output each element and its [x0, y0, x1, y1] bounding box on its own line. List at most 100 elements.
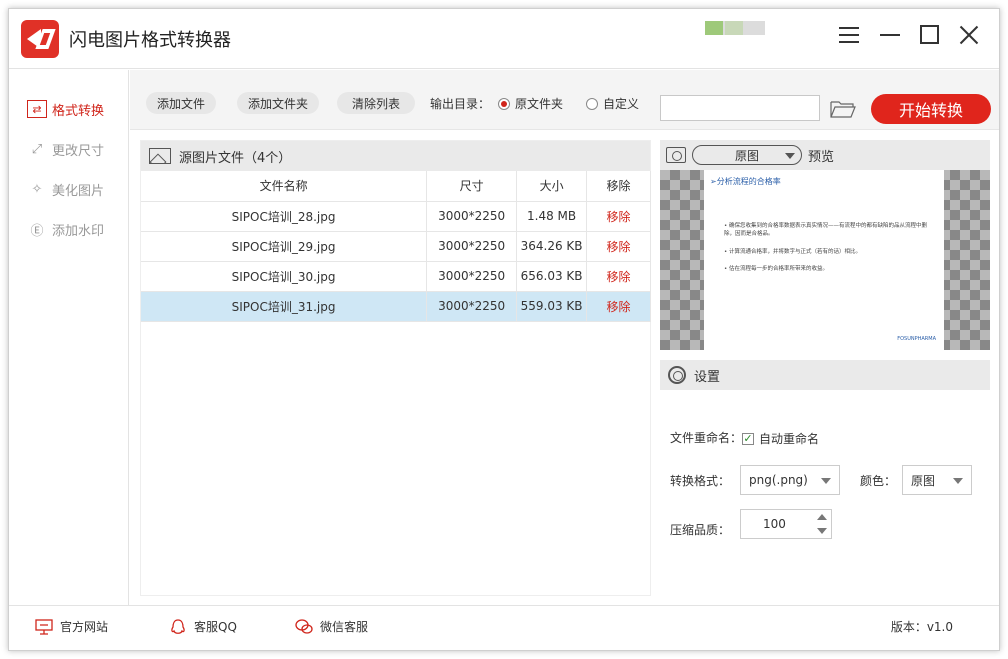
format-select[interactable]: png(.png): [740, 465, 840, 495]
checkmark-icon: ✓: [742, 431, 754, 445]
sidebar-item-resize[interactable]: ⤢ 更改尺寸: [27, 139, 104, 159]
remove-link[interactable]: 移除: [586, 201, 651, 232]
preview-image: ➢分析流程的合格率 • 确保您收集到的合格率数据表示真实情况——有流程中的都有缺…: [704, 170, 944, 350]
table-row[interactable]: SIPOC培训_30.jpg 3000*2250 656.03 KB 移除: [141, 261, 651, 292]
color-select[interactable]: 原图: [902, 465, 972, 495]
output-dir-label: 输出目录：: [430, 97, 491, 111]
official-website-link[interactable]: 官方网站: [35, 618, 108, 635]
auto-rename-checkbox[interactable]: ✓ 自动重命名: [742, 430, 819, 447]
quality-label: 压缩品质：: [670, 523, 731, 537]
table-header: 文件名称 尺寸 大小 移除: [141, 171, 651, 202]
slide-title: ➢分析流程的合格率: [710, 177, 781, 186]
file-list-panel: 源图片文件（4个） 文件名称 尺寸 大小 移除 SIPOC培训_28.jpg 3…: [140, 140, 651, 596]
slide-line: • 计算流通合格率，并将数字与正式（若有的话）相比。: [724, 249, 861, 255]
sidebar-item-watermark[interactable]: Ⓔ 添加水印: [27, 219, 104, 239]
file-size: 1.48 MB: [516, 201, 588, 232]
col-bytes-header: 大小: [516, 171, 588, 202]
radio-label: 自定义: [603, 97, 640, 111]
qq-icon: [171, 618, 185, 634]
sidebar-item-beautify[interactable]: ✧ 美化图片: [27, 179, 104, 199]
col-remove-header: 移除: [586, 171, 651, 202]
sidebar: ⇄ 格式转换 ⤢ 更改尺寸 ✧ 美化图片 Ⓔ 添加水印: [9, 70, 129, 605]
file-size: 656.03 KB: [516, 261, 588, 292]
file-table: 文件名称 尺寸 大小 移除 SIPOC培训_28.jpg 3000*2250 1…: [141, 171, 651, 322]
file-size: 559.03 KB: [516, 291, 588, 322]
color-label: 颜色：: [860, 474, 897, 488]
resize-icon: ⤢: [31, 141, 43, 157]
auto-rename-label: 自动重命名: [759, 432, 820, 446]
wechat-label: 微信客服: [320, 620, 369, 634]
close-icon[interactable]: [949, 17, 989, 53]
qq-support-link[interactable]: 客服QQ: [169, 618, 237, 635]
file-name: SIPOC培训_30.jpg: [141, 261, 428, 292]
clear-list-button[interactable]: 清除列表: [337, 92, 415, 114]
col-size-header: 尺寸: [426, 171, 518, 202]
table-row[interactable]: SIPOC培训_29.jpg 3000*2250 364.26 KB 移除: [141, 231, 651, 262]
website-label: 官方网站: [60, 620, 109, 634]
preview-header: 原图 预览: [660, 140, 990, 170]
preview-label: 预览: [808, 149, 835, 165]
radio-dot: [586, 97, 598, 110]
stepper-up-icon[interactable]: [817, 514, 827, 520]
sidebar-item-convert[interactable]: ⇄ 格式转换: [27, 99, 104, 119]
monitor-icon: [35, 618, 53, 635]
remove-link[interactable]: 移除: [586, 291, 651, 322]
radio-dot: [498, 97, 510, 110]
add-folder-button[interactable]: 添加文件夹: [237, 92, 319, 114]
wechat-support-link[interactable]: 微信客服: [295, 618, 368, 635]
gear-icon: [668, 366, 686, 384]
title-bar: 闪电图片格式转换器: [9, 9, 999, 69]
file-dimensions: 3000*2250: [426, 231, 518, 262]
version-label: 版本：v1.0: [890, 620, 953, 634]
sidebar-item-label: 更改尺寸: [52, 143, 105, 159]
settings-title: 设置: [694, 369, 721, 385]
wechat-icon: [295, 618, 313, 634]
file-dimensions: 3000*2250: [426, 291, 518, 322]
output-path-input[interactable]: [660, 95, 820, 121]
file-dimensions: 3000*2250: [426, 201, 518, 232]
app-logo-icon: [21, 20, 59, 58]
format-label: 转换格式：: [670, 474, 731, 488]
radio-label: 原文件夹: [515, 97, 564, 111]
table-row-selected[interactable]: SIPOC培训_31.jpg 3000*2250 559.03 KB 移除: [141, 291, 651, 322]
start-convert-button[interactable]: 开始转换: [871, 94, 991, 124]
beautify-icon: ✧: [31, 181, 43, 197]
maximize-icon[interactable]: [909, 17, 949, 53]
file-name: SIPOC培训_28.jpg: [141, 201, 428, 232]
toolbar: 添加文件 添加文件夹 清除列表 输出目录： 原文件夹 自定义 开始转换: [130, 70, 999, 130]
preview-panel: 原图 预览 ➢分析流程的合格率 • 确保您收集到的合格率数据表示真实情况——有流…: [660, 140, 990, 350]
stepper-down-icon[interactable]: [817, 528, 827, 534]
remove-link[interactable]: 移除: [586, 231, 651, 262]
preview-mode-select[interactable]: 原图: [692, 145, 802, 165]
quality-value: 100: [763, 517, 786, 531]
table-row[interactable]: SIPOC培训_28.jpg 3000*2250 1.48 MB 移除: [141, 201, 651, 232]
radio-original-folder[interactable]: 原文件夹: [498, 95, 563, 112]
file-name: SIPOC培训_31.jpg: [141, 291, 428, 322]
remove-link[interactable]: 移除: [586, 261, 651, 292]
sidebar-item-label: 美化图片: [52, 183, 105, 199]
col-name-header: 文件名称: [141, 171, 428, 202]
sidebar-item-label: 格式转换: [52, 103, 105, 119]
file-list-title: 源图片文件（4个）: [179, 150, 292, 166]
minimize-icon[interactable]: [869, 17, 909, 53]
slide-brand: FOSUNPHARMA: [897, 336, 936, 342]
blurred-user-area: [705, 21, 765, 35]
slide-line: • 估在流程每一步的合格率所带来的收益。: [724, 266, 828, 272]
sidebar-item-label: 添加水印: [52, 223, 105, 239]
settings-panel: 设置 文件重命名： ✓ 自动重命名 转换格式： png(.png) 颜色： 原图…: [660, 360, 990, 596]
menu-icon[interactable]: [829, 17, 869, 53]
file-dimensions: 3000*2250: [426, 261, 518, 292]
quality-stepper[interactable]: 100: [740, 509, 832, 539]
folder-open-icon[interactable]: [830, 100, 856, 118]
add-file-button[interactable]: 添加文件: [146, 92, 216, 114]
rename-label: 文件重命名：: [670, 431, 743, 445]
image-icon: [149, 148, 171, 164]
radio-custom[interactable]: 自定义: [586, 95, 639, 112]
settings-header: 设置: [660, 360, 990, 390]
app-title: 闪电图片格式转换器: [69, 30, 231, 51]
file-name: SIPOC培训_29.jpg: [141, 231, 428, 262]
qq-label: 客服QQ: [194, 620, 237, 634]
convert-icon: ⇄: [27, 100, 47, 118]
file-list-header: 源图片文件（4个）: [141, 141, 650, 171]
eye-icon: [666, 147, 686, 163]
